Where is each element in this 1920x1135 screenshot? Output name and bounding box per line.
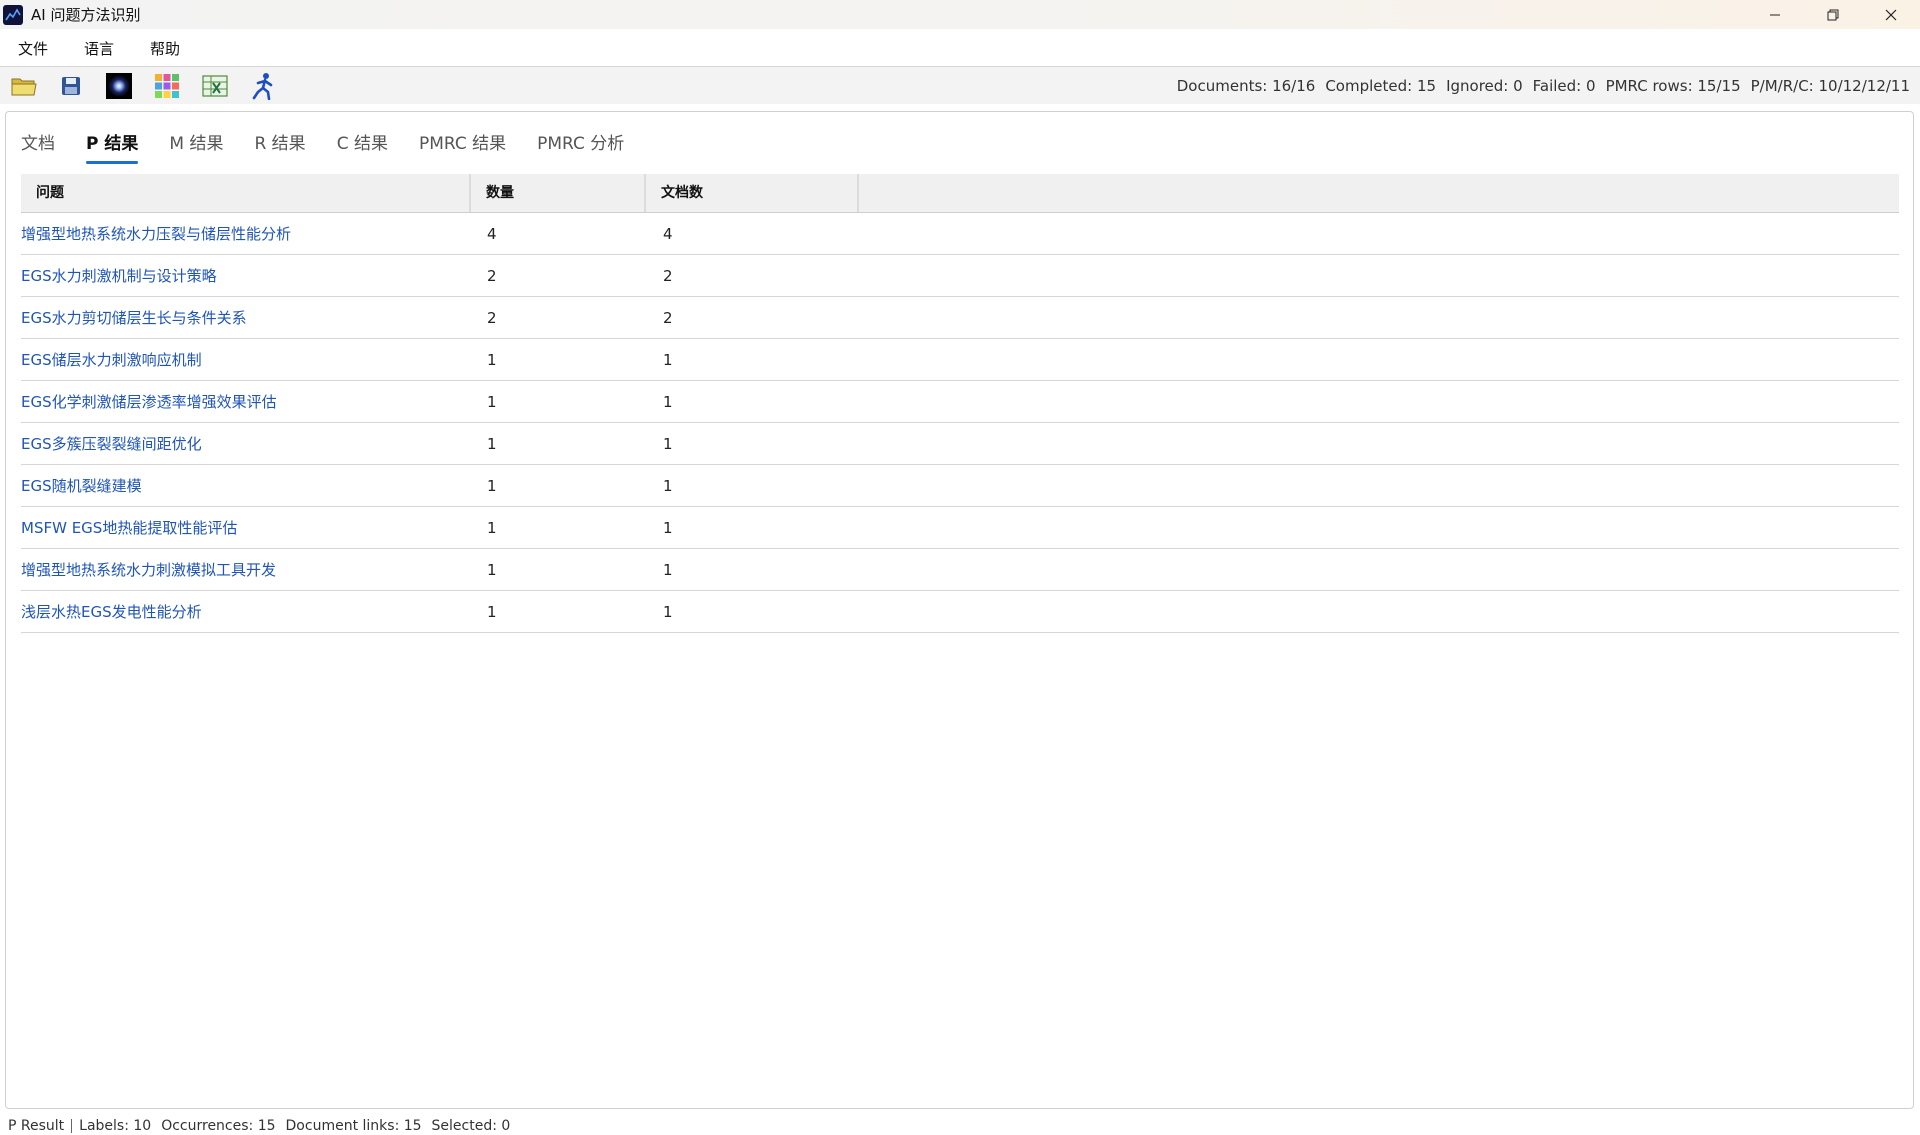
cell-problem[interactable]: MSFW EGS地热能提取性能评估 [21, 517, 471, 538]
cell-count: 1 [487, 350, 497, 369]
status-pmrc-counts: P/M/R/C: 10/12/12/11 [1750, 77, 1910, 95]
column-header-docs[interactable]: 文档数 [646, 174, 859, 212]
cell-docs: 1 [663, 518, 673, 537]
results-panel: 文档 P 结果 M 结果 R 结果 C 结果 PMRC 结果 PMRC 分析 问… [5, 111, 1914, 1109]
column-header-count[interactable]: 数量 [471, 174, 646, 212]
column-header-filler [859, 174, 1899, 212]
run-person-icon [252, 73, 273, 100]
status-ignored: Ignored: 0 [1446, 77, 1523, 95]
blackhole-button[interactable] [105, 72, 133, 100]
menu-help[interactable]: 帮助 [132, 38, 192, 59]
cell-count: 2 [487, 308, 497, 327]
cell-count: 4 [487, 224, 497, 243]
excel-export-icon [202, 75, 228, 97]
window-controls [1746, 0, 1920, 29]
table-row[interactable]: EGS化学刺激储层渗透率增强效果评估 1 1 [21, 381, 1899, 423]
close-icon [1885, 9, 1897, 20]
cell-problem[interactable]: EGS水力剪切储层生长与条件关系 [21, 307, 471, 328]
cell-problem[interactable]: 浅层水热EGS发电性能分析 [21, 601, 471, 622]
tab-m-results[interactable]: M 结果 [169, 128, 223, 164]
cell-problem[interactable]: 增强型地热系统水力压裂与储层性能分析 [21, 223, 471, 244]
table-header: 问题 数量 文档数 [21, 174, 1899, 213]
app-chart-icon [3, 4, 23, 25]
color-grid-button[interactable] [153, 72, 181, 100]
menu-language[interactable]: 语言 [66, 38, 126, 59]
table-row[interactable]: MSFW EGS地热能提取性能评估 1 1 [21, 507, 1899, 549]
title-bar: AI 问题方法识别 [0, 0, 1920, 29]
run-person-button[interactable] [250, 72, 278, 100]
restore-icon [1827, 9, 1839, 20]
save-icon [62, 77, 80, 95]
footer-selected: Selected: 0 [431, 1118, 511, 1134]
cell-docs: 1 [663, 476, 673, 495]
cell-docs: 1 [663, 350, 673, 369]
footer-labels: Labels: 10 [79, 1118, 152, 1134]
tab-c-results[interactable]: C 结果 [337, 128, 388, 164]
minimize-button[interactable] [1746, 0, 1804, 29]
tab-bar: 文档 P 结果 M 结果 R 结果 C 结果 PMRC 结果 PMRC 分析 [21, 128, 624, 164]
close-button[interactable] [1862, 0, 1920, 29]
cell-count: 1 [487, 476, 497, 495]
table-row[interactable]: EGS水力剪切储层生长与条件关系 2 2 [21, 297, 1899, 339]
cell-problem[interactable]: EGS储层水力刺激响应机制 [21, 349, 471, 370]
window-title: AI 问题方法识别 [31, 6, 141, 24]
status-summary: Documents: 16/16 Completed: 15 Ignored: … [1177, 77, 1910, 95]
p-results-table: 问题 数量 文档数 增强型地热系统水力压裂与储层性能分析 4 4 EGS水力刺激… [21, 174, 1899, 633]
cell-count: 1 [487, 602, 497, 621]
footer-document-links: Document links: 15 [285, 1118, 422, 1134]
open-folder-icon [11, 78, 37, 96]
cell-docs: 1 [663, 602, 673, 621]
status-failed: Failed: 0 [1532, 77, 1596, 95]
table-row[interactable]: EGS多簇压裂裂缝间距优化 1 1 [21, 423, 1899, 465]
blackhole-icon [106, 73, 132, 99]
menu-bar: 文件 语言 帮助 [0, 34, 198, 62]
cell-docs: 4 [663, 224, 673, 243]
status-pmrc-rows: PMRC rows: 15/15 [1605, 77, 1741, 95]
cell-docs: 1 [663, 392, 673, 411]
tab-documents[interactable]: 文档 [21, 128, 55, 164]
cell-count: 1 [487, 434, 497, 453]
minimize-icon [1770, 14, 1780, 15]
cell-docs: 2 [663, 308, 673, 327]
tab-pmrc-analysis[interactable]: PMRC 分析 [537, 128, 624, 164]
table-row[interactable]: EGS储层水力刺激响应机制 1 1 [21, 339, 1899, 381]
tab-pmrc-results[interactable]: PMRC 结果 [419, 128, 506, 164]
restore-button[interactable] [1804, 0, 1862, 29]
save-button[interactable] [57, 72, 85, 100]
cell-problem[interactable]: EGS化学刺激储层渗透率增强效果评估 [21, 391, 471, 412]
open-folder-button[interactable] [10, 72, 38, 100]
status-completed: Completed: 15 [1325, 77, 1437, 95]
cell-docs: 1 [663, 560, 673, 579]
table-row[interactable]: 增强型地热系统水力压裂与储层性能分析 4 4 [21, 213, 1899, 255]
footer-separator [71, 1119, 73, 1133]
excel-export-button[interactable] [201, 72, 229, 100]
cell-count: 2 [487, 266, 497, 285]
table-row[interactable]: 浅层水热EGS发电性能分析 1 1 [21, 591, 1899, 633]
table-row[interactable]: 增强型地热系统水力刺激模拟工具开发 1 1 [21, 549, 1899, 591]
table-row[interactable]: EGS随机裂缝建模 1 1 [21, 465, 1899, 507]
cell-problem[interactable]: EGS多簇压裂裂缝间距优化 [21, 433, 471, 454]
cell-count: 1 [487, 392, 497, 411]
cell-docs: 2 [663, 266, 673, 285]
footer-status-bar: P Result Labels: 10 Occurrences: 15 Docu… [8, 1118, 510, 1134]
status-documents: Documents: 16/16 [1176, 77, 1316, 95]
tab-r-results[interactable]: R 结果 [254, 128, 305, 164]
tab-p-results[interactable]: P 结果 [86, 128, 139, 164]
footer-occurrences: Occurrences: 15 [161, 1118, 276, 1134]
column-header-problem[interactable]: 问题 [21, 174, 471, 212]
menu-file[interactable]: 文件 [0, 38, 60, 59]
cell-problem[interactable]: EGS水力刺激机制与设计策略 [21, 265, 471, 286]
app-window: AI 问题方法识别 文件 语言 帮助 Documents: 16/16 Comp… [0, 0, 1920, 1135]
cell-docs: 1 [663, 434, 673, 453]
cell-problem[interactable]: EGS随机裂缝建模 [21, 475, 471, 496]
footer-view-name: P Result [8, 1118, 65, 1134]
cell-count: 1 [487, 518, 497, 537]
cell-problem[interactable]: 增强型地热系统水力刺激模拟工具开发 [21, 559, 471, 580]
cell-count: 1 [487, 560, 497, 579]
table-row[interactable]: EGS水力刺激机制与设计策略 2 2 [21, 255, 1899, 297]
color-grid-icon [155, 74, 179, 98]
